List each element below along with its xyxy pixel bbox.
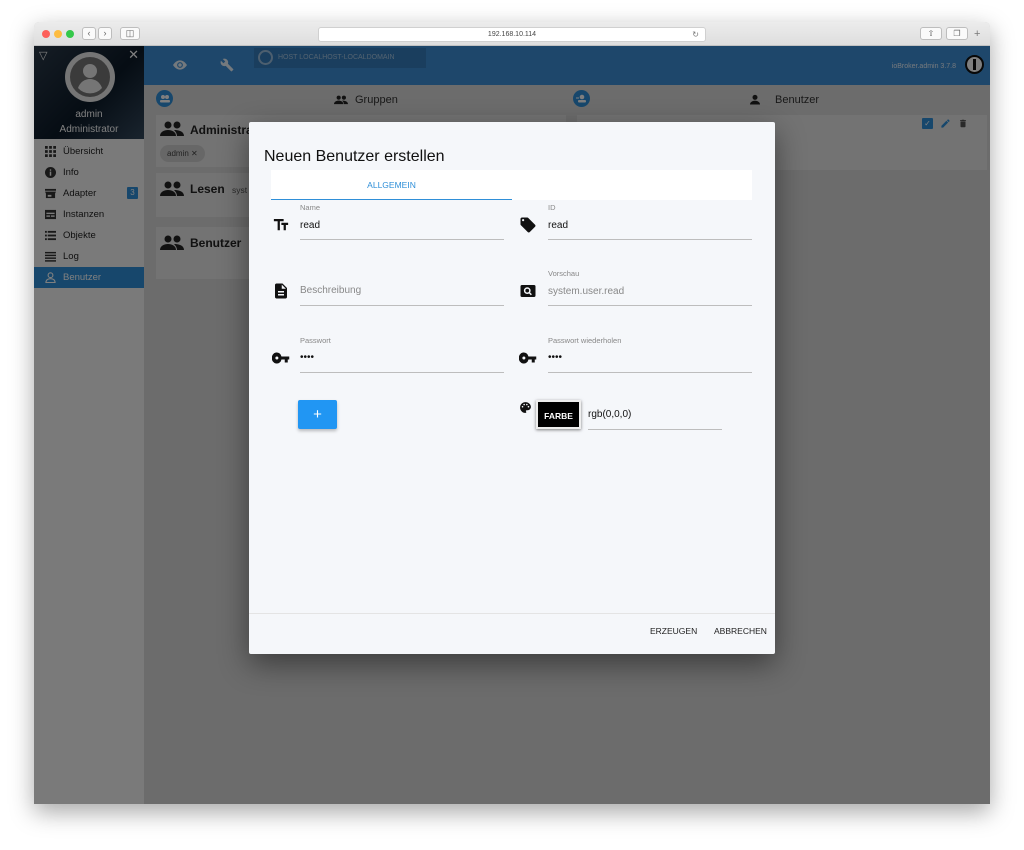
name-underline bbox=[300, 239, 504, 240]
address-bar[interactable]: 192.168.10.114 ↻ bbox=[318, 27, 706, 42]
key-icon bbox=[272, 352, 290, 364]
tag-icon bbox=[520, 217, 536, 233]
dialog-tabs: ALLGEMEIN bbox=[271, 170, 752, 200]
color-underline bbox=[588, 429, 722, 430]
dialog-title: Neuen Benutzer erstellen bbox=[264, 148, 445, 165]
back-icon[interactable]: ‹ bbox=[82, 27, 96, 40]
description-input[interactable]: Beschreibung bbox=[300, 285, 361, 296]
color-picker-button[interactable]: FARBE bbox=[536, 400, 581, 429]
key-icon bbox=[519, 352, 537, 364]
image-search-icon bbox=[520, 285, 536, 297]
color-input[interactable]: rgb(0,0,0) bbox=[588, 409, 631, 420]
add-icon-button[interactable]: + bbox=[298, 400, 337, 429]
sidebar-toggle-icon[interactable]: ◫ bbox=[120, 27, 140, 40]
password-input[interactable]: •••• bbox=[300, 352, 314, 363]
id-underline bbox=[548, 239, 752, 240]
password-label: Passwort bbox=[300, 336, 331, 345]
minimize-window-button[interactable] bbox=[54, 30, 62, 38]
preview-underline bbox=[548, 305, 752, 306]
new-tab-icon[interactable]: + bbox=[974, 28, 980, 40]
browser-titlebar: ‹ › ◫ 192.168.10.114 ↻ ⇧ ❐ + bbox=[34, 22, 990, 46]
name-label: Name bbox=[300, 203, 321, 212]
reload-icon[interactable]: ↻ bbox=[692, 28, 699, 42]
password-repeat-input[interactable]: •••• bbox=[548, 352, 562, 363]
address-url: 192.168.10.114 bbox=[487, 31, 537, 38]
forward-icon[interactable]: › bbox=[98, 27, 112, 40]
cancel-button[interactable]: ABBRECHEN bbox=[714, 626, 767, 636]
id-input[interactable]: read bbox=[548, 220, 568, 231]
tab-label: ALLGEMEIN bbox=[367, 180, 416, 190]
password-repeat-underline bbox=[548, 372, 752, 373]
description-icon bbox=[275, 283, 287, 299]
create-button[interactable]: ERZEUGEN bbox=[650, 626, 697, 636]
palette-icon bbox=[520, 402, 531, 413]
dialog-divider bbox=[249, 613, 775, 614]
description-underline bbox=[300, 305, 504, 306]
tabs-icon[interactable]: ❐ bbox=[946, 27, 968, 40]
id-label: ID bbox=[548, 203, 556, 212]
preview-label: Vorschau bbox=[548, 269, 580, 278]
tab-indicator bbox=[271, 199, 512, 200]
share-icon[interactable]: ⇧ bbox=[920, 27, 942, 40]
close-window-button[interactable] bbox=[42, 30, 50, 38]
password-repeat-label: Passwort wiederholen bbox=[548, 336, 622, 345]
zoom-window-button[interactable] bbox=[66, 30, 74, 38]
new-user-dialog: Neuen Benutzer erstellen ALLGEMEIN Name … bbox=[249, 122, 775, 654]
password-underline bbox=[300, 372, 504, 373]
preview-value: system.user.read bbox=[548, 286, 625, 297]
text-fields-icon bbox=[273, 219, 289, 231]
tab-allgemein[interactable]: ALLGEMEIN bbox=[271, 170, 512, 200]
name-input[interactable]: read bbox=[300, 220, 320, 231]
